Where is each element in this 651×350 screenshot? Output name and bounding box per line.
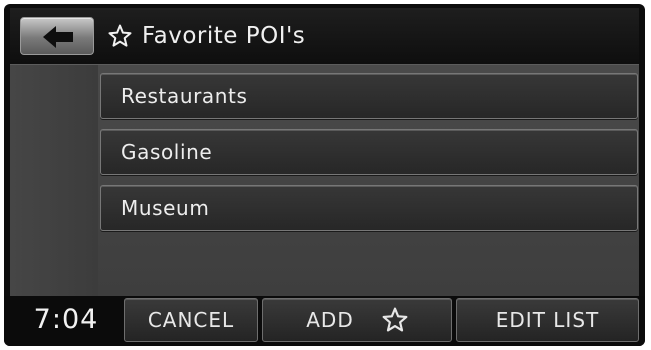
poi-list: Restaurants Gasoline Museum: [10, 64, 639, 296]
list-item-gasoline[interactable]: Gasoline: [100, 129, 638, 175]
page-title-group: Favorite POI's: [108, 17, 305, 55]
list-item-label: Gasoline: [121, 140, 213, 164]
list-item-restaurants[interactable]: Restaurants: [100, 73, 638, 119]
cancel-label: CANCEL: [147, 308, 235, 332]
add-favorite-button[interactable]: ADD: [262, 298, 452, 342]
list-gutter: [10, 65, 98, 296]
nav-screen: Favorite POI's Restaurants Gasoline Muse…: [4, 4, 645, 346]
list-item-museum[interactable]: Museum: [100, 185, 638, 231]
back-arrow-icon: [43, 26, 73, 48]
star-outline-icon: [108, 24, 132, 47]
bottom-bar: 7:04 CANCEL ADD EDIT LIST: [4, 296, 645, 346]
edit-list-label: EDIT LIST: [495, 308, 600, 332]
star-outline-icon: [382, 307, 408, 332]
cancel-button[interactable]: CANCEL: [124, 298, 258, 342]
edit-list-button[interactable]: EDIT LIST: [456, 298, 639, 342]
back-button[interactable]: [20, 17, 94, 55]
add-label: ADD: [306, 308, 354, 332]
list-item-label: Restaurants: [121, 84, 248, 108]
header-bar: Favorite POI's: [10, 8, 639, 64]
page-title: Favorite POI's: [142, 23, 306, 49]
clock: 7:04: [33, 303, 99, 335]
list-item-label: Museum: [121, 196, 210, 220]
